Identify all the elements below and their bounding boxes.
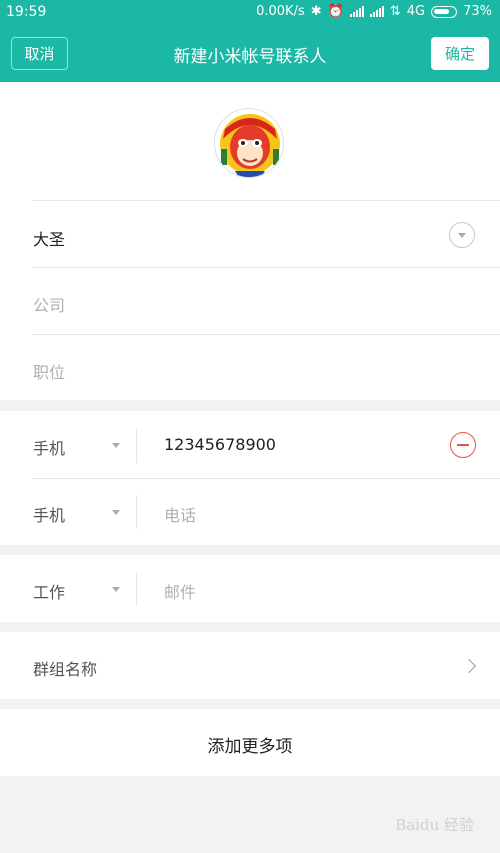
divider bbox=[136, 495, 137, 529]
phone-number-field[interactable]: 12345678900 bbox=[164, 435, 276, 454]
group-name-label: 群组名称 bbox=[33, 660, 98, 679]
status-bar: 19:59 0.00K/s ✱ ⏰ ⇅ 4G 73% bbox=[0, 0, 500, 26]
dropdown-arrow-icon bbox=[112, 443, 120, 448]
data-transfer-icon: ⇅ bbox=[389, 4, 401, 19]
monkey-king-avatar-icon bbox=[215, 109, 283, 177]
signal-icon-2 bbox=[369, 6, 384, 17]
add-more-card: 添加更多项 bbox=[0, 709, 500, 776]
chevron-down-icon bbox=[458, 232, 466, 238]
profile-card: 大圣 公司 职位 bbox=[0, 82, 500, 400]
status-icons: 0.00K/s ✱ ⏰ ⇅ 4G 73% bbox=[256, 4, 492, 19]
phone-type-selector-2[interactable]: 手机 bbox=[33, 502, 65, 526]
contact-avatar[interactable] bbox=[214, 108, 284, 178]
company-field[interactable]: 公司 bbox=[33, 292, 65, 316]
net-speed: 0.00K/s bbox=[256, 4, 305, 19]
network-type: 4G bbox=[406, 4, 426, 19]
dropdown-arrow-icon bbox=[112, 587, 120, 592]
page-title: 新建小米帐号联系人 bbox=[173, 47, 327, 67]
add-more-button[interactable]: 添加更多项 bbox=[0, 732, 500, 757]
position-field[interactable]: 职位 bbox=[33, 359, 65, 383]
app-bar: 取消 新建小米帐号联系人 确定 bbox=[0, 26, 500, 82]
divider bbox=[136, 572, 137, 606]
battery-icon bbox=[431, 5, 458, 18]
email-field[interactable]: 邮件 bbox=[164, 579, 196, 603]
email-type-selector[interactable]: 工作 bbox=[33, 579, 65, 603]
bluetooth-icon: ✱ bbox=[310, 4, 322, 19]
minus-icon bbox=[457, 444, 469, 446]
divider bbox=[33, 334, 500, 335]
email-card: 工作 邮件 bbox=[0, 555, 500, 622]
group-row[interactable]: 群组名称 bbox=[0, 632, 500, 699]
divider bbox=[33, 478, 500, 479]
phone-card: 手机 12345678900 手机 电话 bbox=[0, 411, 500, 545]
alarm-icon: ⏰ bbox=[327, 4, 344, 19]
divider bbox=[33, 267, 500, 268]
status-time: 19:59 bbox=[6, 4, 47, 20]
chevron-right-icon bbox=[461, 658, 477, 674]
dropdown-arrow-icon bbox=[112, 510, 120, 515]
phone-type-selector[interactable]: 手机 bbox=[33, 435, 65, 459]
name-field[interactable]: 大圣 bbox=[33, 226, 65, 250]
baidu-watermark: Baidu 经验 bbox=[395, 816, 474, 834]
divider bbox=[136, 429, 137, 463]
divider bbox=[33, 200, 500, 201]
expand-name-button[interactable] bbox=[449, 222, 475, 248]
phone-field[interactable]: 电话 bbox=[164, 502, 196, 526]
confirm-button[interactable]: 确定 bbox=[431, 37, 489, 70]
signal-icon bbox=[349, 6, 364, 17]
remove-phone-button[interactable] bbox=[450, 432, 476, 458]
battery-percent: 73% bbox=[463, 4, 492, 19]
